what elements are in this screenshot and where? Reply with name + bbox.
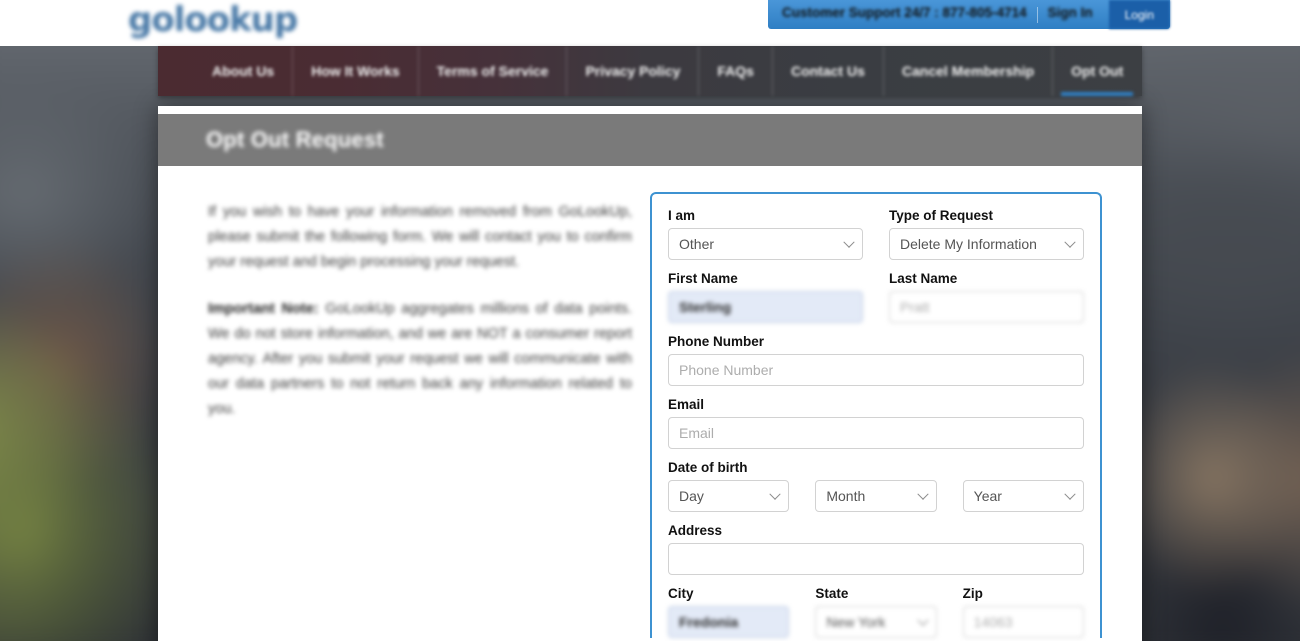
chevron-down-icon bbox=[916, 614, 929, 626]
field-city: City Fredonia bbox=[668, 586, 790, 638]
nav-item-about-us[interactable]: About Us bbox=[194, 46, 294, 96]
row-names: First Name Sterling Last Name Pratt bbox=[668, 271, 1084, 334]
nav-item-privacy-policy[interactable]: Privacy Policy bbox=[567, 46, 700, 96]
address-input[interactable] bbox=[668, 543, 1084, 575]
field-email: Email Email bbox=[668, 397, 1084, 449]
chevron-down-icon bbox=[769, 488, 781, 500]
first-name-label: First Name bbox=[668, 271, 738, 286]
date-of-birth-label: Date of birth bbox=[668, 460, 748, 475]
description-paragraph-2: Important Note: GoLookUp aggregates mill… bbox=[208, 297, 632, 422]
opt-out-form: I am Other Type of Request Delete My Inf… bbox=[650, 192, 1102, 638]
chevron-down-icon bbox=[1064, 236, 1076, 248]
i-am-value: Other bbox=[679, 236, 715, 252]
content-card: Opt Out Request If you wish to have your… bbox=[158, 106, 1142, 641]
state-label: State bbox=[815, 586, 849, 601]
dob-day-select[interactable]: Day bbox=[668, 480, 790, 512]
nav-item-faqs[interactable]: FAQs bbox=[699, 46, 773, 96]
nav-item-opt-out[interactable]: Opt Out bbox=[1053, 46, 1141, 96]
field-date-of-birth: Date of birth Day Month Year bbox=[668, 460, 1084, 512]
chevron-down-icon bbox=[1064, 488, 1076, 500]
main-navigation: About Us How It Works Terms of Service P… bbox=[158, 46, 1142, 96]
i-am-label: I am bbox=[668, 208, 696, 223]
nav-item-how-it-works[interactable]: How It Works bbox=[293, 46, 419, 96]
field-address: Address bbox=[668, 523, 1084, 575]
phone-number-label: Phone Number bbox=[668, 334, 765, 349]
field-last-name: Last Name Pratt bbox=[889, 271, 1084, 323]
top-utility-bar: golookup Customer Support 24/7 : 877-805… bbox=[0, 0, 1300, 46]
login-button[interactable]: Login bbox=[1108, 0, 1170, 29]
city-input[interactable]: Fredonia bbox=[668, 606, 790, 638]
date-of-birth-selects: Day Month Year bbox=[668, 480, 1084, 512]
card-top-strip bbox=[158, 106, 1142, 114]
email-label: Email bbox=[668, 397, 705, 412]
card-body: If you wish to have your information rem… bbox=[158, 166, 1142, 638]
row-iam-request: I am Other Type of Request Delete My Inf… bbox=[668, 208, 1084, 271]
type-of-request-label: Type of Request bbox=[889, 208, 994, 223]
dob-month-select[interactable]: Month bbox=[815, 480, 937, 512]
zip-label: Zip bbox=[962, 586, 983, 601]
opt-out-description: If you wish to have your information rem… bbox=[208, 192, 632, 638]
address-label: Address bbox=[668, 523, 723, 538]
sign-in-link[interactable]: Sign In bbox=[1048, 5, 1093, 20]
i-am-select[interactable]: Other bbox=[668, 228, 863, 260]
important-note-text: GoLookUp aggregates millions of data poi… bbox=[208, 300, 633, 417]
type-of-request-value: Delete My Information bbox=[900, 236, 1037, 252]
support-phone-label: Customer Support 24/7 : 877-805-4714 bbox=[782, 4, 1027, 20]
nav-item-cancel-membership[interactable]: Cancel Membership bbox=[884, 46, 1054, 96]
state-select[interactable]: New York bbox=[815, 606, 937, 638]
page-title: Opt Out Request bbox=[206, 127, 384, 152]
nav-item-terms-of-service[interactable]: Terms of Service bbox=[419, 46, 568, 96]
field-first-name: First Name Sterling bbox=[668, 271, 863, 323]
field-type-of-request: Type of Request Delete My Information bbox=[889, 208, 1084, 260]
card-header: Opt Out Request bbox=[158, 114, 1142, 166]
last-name-label: Last Name bbox=[889, 271, 958, 286]
dob-year-value: Year bbox=[973, 488, 1002, 504]
first-name-input[interactable]: Sterling bbox=[668, 291, 863, 323]
nav-item-contact-us[interactable]: Contact Us bbox=[773, 46, 884, 96]
email-input[interactable]: Email bbox=[668, 417, 1084, 449]
field-zip: Zip 14063 bbox=[962, 586, 1084, 638]
row-city-state-zip: City Fredonia State New York Zip 14063 bbox=[668, 586, 1084, 638]
last-name-input[interactable]: Pratt bbox=[889, 291, 1084, 323]
important-note-label: Important Note: bbox=[208, 300, 319, 317]
chevron-down-icon bbox=[916, 488, 929, 500]
field-phone-number: Phone Number Phone Number bbox=[668, 334, 1084, 386]
dob-year-select[interactable]: Year bbox=[962, 480, 1084, 512]
page-root: golookup Customer Support 24/7 : 877-805… bbox=[0, 0, 1300, 641]
type-of-request-select[interactable]: Delete My Information bbox=[889, 228, 1084, 260]
chevron-down-icon bbox=[843, 236, 855, 248]
dob-month-value: Month bbox=[826, 488, 866, 504]
phone-number-input[interactable]: Phone Number bbox=[668, 354, 1084, 386]
field-i-am: I am Other bbox=[668, 208, 863, 260]
city-label: City bbox=[668, 586, 694, 601]
customer-support-bar: Customer Support 24/7 : 877-805-4714 Sig… bbox=[768, 0, 1170, 29]
topbar-divider bbox=[1036, 6, 1038, 23]
state-value: New York bbox=[826, 614, 886, 630]
site-logo[interactable]: golookup bbox=[128, 0, 298, 40]
description-paragraph-1: If you wish to have your information rem… bbox=[208, 204, 632, 270]
field-state: State New York bbox=[815, 586, 937, 638]
zip-input[interactable]: 14063 bbox=[962, 606, 1084, 638]
dob-day-value: Day bbox=[679, 488, 704, 504]
